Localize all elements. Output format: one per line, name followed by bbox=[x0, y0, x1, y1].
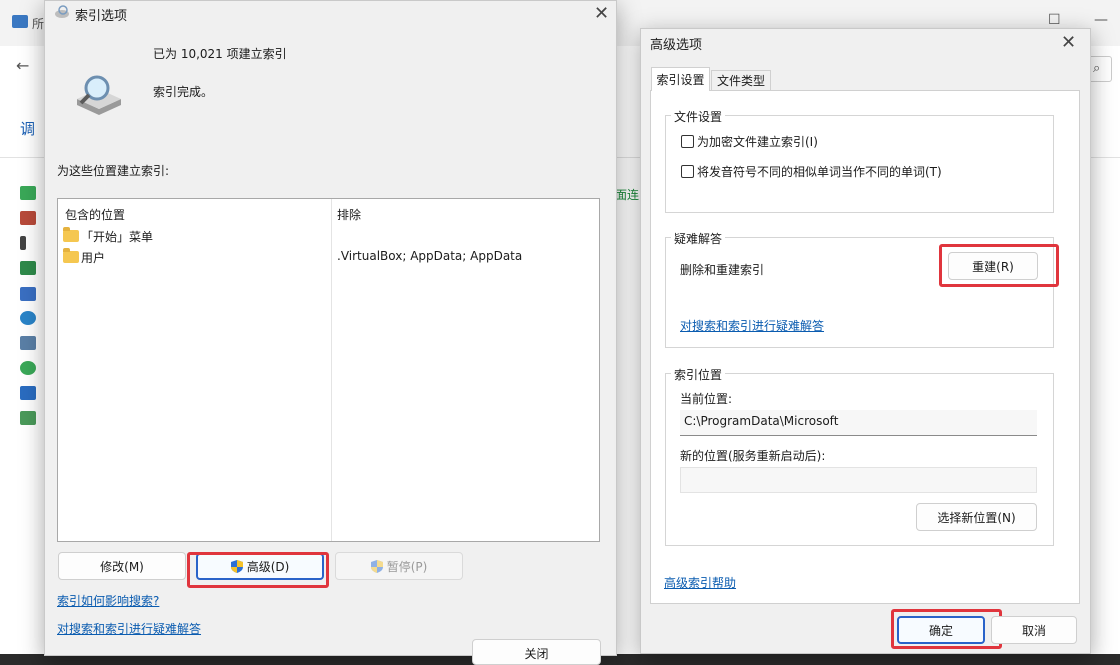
folder-icon bbox=[63, 227, 79, 242]
troubleshoot-title: 疑难解答 bbox=[671, 230, 726, 247]
display-icon[interactable] bbox=[20, 287, 36, 301]
new-location-field bbox=[680, 467, 1037, 493]
file-settings-title: 文件设置 bbox=[671, 108, 726, 125]
background-link[interactable]: 面连 bbox=[615, 186, 639, 203]
link-how-index-affects-search[interactable]: 索引如何影响搜索? bbox=[57, 592, 159, 609]
close-button[interactable]: 关闭 bbox=[472, 639, 601, 665]
firewall-icon[interactable] bbox=[20, 211, 36, 225]
encrypt-checkbox-label[interactable]: 为加密文件建立索引(I) bbox=[697, 133, 818, 150]
tab-index-settings[interactable]: 索引设置 bbox=[651, 67, 710, 91]
current-location-label: 当前位置: bbox=[680, 392, 733, 406]
tab-file-types[interactable]: 文件类型 bbox=[711, 70, 771, 90]
search-icon: ⌕ bbox=[1093, 61, 1101, 76]
background-heading: 调 bbox=[20, 120, 36, 138]
programs-icon[interactable] bbox=[20, 336, 36, 350]
internet-icon[interactable] bbox=[20, 311, 36, 325]
advanced-dialog-title: 高级选项 bbox=[650, 38, 703, 53]
row-location: 用户 bbox=[81, 251, 106, 265]
diacritics-checkbox-label[interactable]: 将发音符号不同的相似单词当作不同的单词(T) bbox=[697, 163, 942, 180]
maximize-icon[interactable]: ☐ bbox=[1048, 12, 1061, 28]
modify-button[interactable]: 修改(M) bbox=[58, 552, 186, 580]
row-location: 「开始」菜单 bbox=[81, 230, 154, 244]
table-row[interactable]: 用户 .VirtualBox; AppData; AppData bbox=[58, 246, 599, 266]
row-exclude: .VirtualBox; AppData; AppData bbox=[337, 249, 523, 263]
minimize-icon[interactable]: — bbox=[1094, 12, 1108, 28]
link-advanced-index-help[interactable]: 高级索引帮助 bbox=[664, 574, 736, 591]
indexed-count: 已为 10,021 项建立索引 bbox=[153, 47, 287, 61]
highlight-rebuild-button bbox=[939, 244, 1059, 287]
rebuild-label: 删除和重建索引 bbox=[680, 263, 765, 277]
close-icon[interactable]: ✕ bbox=[1061, 34, 1076, 52]
indexing-dialog-title: 索引选项 bbox=[75, 9, 128, 24]
control-panel-icon bbox=[12, 15, 28, 28]
current-location-field: C:\ProgramData\Microsoft bbox=[680, 410, 1037, 436]
advanced-options-dialog: 高级选项 ✕ 索引设置 文件类型 文件设置 为加密文件建立索引(I) 将发音符号… bbox=[640, 28, 1091, 654]
encrypt-checkbox[interactable] bbox=[681, 135, 694, 148]
highlight-ok-button bbox=[891, 609, 1002, 649]
pause-button[interactable]: 暂停(P) bbox=[335, 552, 463, 580]
folder-icon bbox=[63, 248, 79, 263]
network-icon[interactable] bbox=[20, 261, 36, 275]
locations-label: 为这些位置建立索引: bbox=[57, 164, 170, 178]
table-row[interactable]: 「开始」菜单 bbox=[58, 225, 599, 245]
indexing-title-icon bbox=[55, 5, 69, 18]
cancel-button[interactable]: 取消 bbox=[991, 616, 1077, 644]
remote-icon[interactable] bbox=[20, 411, 36, 425]
monitor-icon[interactable] bbox=[20, 386, 36, 400]
settings-icon[interactable] bbox=[20, 186, 36, 200]
close-icon[interactable]: ✕ bbox=[594, 5, 609, 23]
diacritics-checkbox[interactable] bbox=[681, 165, 694, 178]
pause-button-label: 暂停(P) bbox=[386, 559, 428, 574]
indexing-status: 索引完成。 bbox=[153, 85, 214, 99]
link-troubleshoot-search[interactable]: 对搜索和索引进行疑难解答 bbox=[57, 620, 201, 637]
uac-shield-icon bbox=[370, 559, 383, 573]
indexing-options-dialog: 索引选项 ✕ 已为 10,021 项建立索引 索引完成。 为这些位置建立索引: … bbox=[44, 0, 617, 665]
index-location-title: 索引位置 bbox=[671, 366, 726, 383]
new-location-label: 新的位置(服务重新启动后): bbox=[680, 449, 826, 463]
locations-table[interactable]: 包含的位置 排除 「开始」菜单 用户 .VirtualBox; AppData;… bbox=[57, 198, 600, 542]
highlight-advanced-button bbox=[187, 552, 329, 588]
select-new-location-button[interactable]: 选择新位置(N) bbox=[916, 503, 1037, 531]
indexing-drive-icon bbox=[77, 75, 121, 115]
sync-icon[interactable] bbox=[20, 361, 36, 375]
background-title: 所 bbox=[32, 17, 45, 31]
link-troubleshoot-index[interactable]: 对搜索和索引进行疑难解答 bbox=[680, 317, 824, 334]
pen-icon[interactable] bbox=[20, 236, 26, 250]
column-header-exclude[interactable]: 排除 bbox=[337, 206, 361, 223]
back-arrow-icon[interactable]: ← bbox=[16, 56, 29, 75]
column-header-location[interactable]: 包含的位置 bbox=[65, 206, 125, 223]
